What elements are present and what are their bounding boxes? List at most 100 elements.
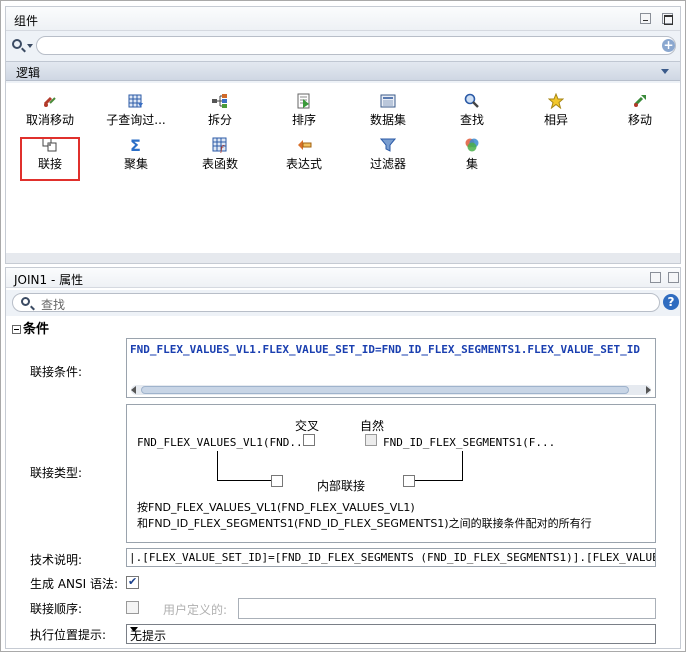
properties-title: JOIN1 - 属性 <box>14 273 84 287</box>
chevron-down-icon[interactable] <box>661 69 669 74</box>
help-icon[interactable]: ? <box>663 294 679 310</box>
chevron-down-icon[interactable] <box>130 627 138 632</box>
join-condition-text: FND_FLEX_VALUES_VL1.FLEX_VALUE_SET_ID=FN… <box>130 343 640 356</box>
aggregate-icon: Σ <box>128 136 144 155</box>
filter-icon <box>379 137 397 153</box>
palette-item-label: 移动 <box>627 113 652 127</box>
dataset-icon <box>380 93 396 109</box>
natural-join-label: 自然 <box>360 419 385 433</box>
palette-item-label: 排序 <box>291 113 316 127</box>
palette-item-label: 聚集 <box>123 157 148 171</box>
ansi-syntax-label: 生成 ANSI 语法: <box>30 577 119 591</box>
palette-item-move[interactable]: 移动 <box>598 87 682 127</box>
lookup-icon <box>464 93 480 109</box>
distinct-icon <box>547 92 565 110</box>
search-options-icon[interactable] <box>10 38 36 54</box>
join-type-label: 联接类型: <box>30 466 83 480</box>
tech-desc-label: 技术说明: <box>30 553 83 567</box>
components-search-input[interactable] <box>36 36 676 55</box>
minimize-icon[interactable] <box>650 272 661 283</box>
scroll-right-icon[interactable] <box>646 386 651 394</box>
palette-item-label: 相异 <box>543 113 568 127</box>
connector-line <box>462 451 463 481</box>
exec-hint-select[interactable]: 无提示 <box>126 624 656 644</box>
join-order-checkbox[interactable] <box>126 601 139 614</box>
connector-line <box>217 480 271 481</box>
properties-search-input[interactable]: 查找 <box>12 293 660 312</box>
split-icon <box>212 93 228 109</box>
palette-item-subquery-filter[interactable]: 子查询过... <box>94 87 178 127</box>
palette-item-aggregate[interactable]: Σ 聚集 <box>94 131 178 171</box>
left-outer-checkbox[interactable] <box>271 475 283 487</box>
properties-panel: JOIN1 - 属性 查找 ? 条件 联接条件: FND_FLEX_VALUES… <box>5 267 681 649</box>
palette-item-label: 过滤器 <box>369 157 406 171</box>
components-titlebar: 组件 <box>6 7 680 31</box>
palette-item-expression[interactable]: 表达式 <box>262 131 346 171</box>
join-description-line1: 按FND_FLEX_VALUES_VL1(FND_FLEX_VALUES_VL1… <box>137 501 415 514</box>
connector-line <box>415 480 463 481</box>
undo-move-icon <box>42 93 58 109</box>
svg-text:Σ: Σ <box>130 137 141 153</box>
move-icon <box>632 93 648 109</box>
palette-item-label: 数据集 <box>369 113 406 127</box>
horizontal-scrollbar[interactable] <box>131 385 651 395</box>
set-icon <box>464 137 480 153</box>
palette-item-label: 集 <box>465 157 478 171</box>
palette-item-filter[interactable]: 过滤器 <box>346 131 430 171</box>
components-panel: 组件 + 逻辑 取消移动 子查询过... 拆分 排序 数据集 查找 相异 移动 … <box>5 6 681 264</box>
join-description-line2: 和FND_ID_FLEX_SEGMENTS1(FND_ID_FLEX_SEGME… <box>137 517 592 530</box>
selection-highlight <box>20 137 80 181</box>
properties-titlebar: JOIN1 - 属性 <box>6 268 680 288</box>
palette-item-lookup[interactable]: 查找 <box>430 87 514 127</box>
join-order-label: 联接顺序: <box>30 602 83 616</box>
palette-item-label: 拆分 <box>207 113 232 127</box>
palette-item-label: 取消移动 <box>25 113 74 127</box>
palette-item-undo-move[interactable]: 取消移动 <box>8 87 92 127</box>
component-palette: 取消移动 子查询过... 拆分 排序 数据集 查找 相异 移动 联接 Σ 聚集 … <box>6 83 680 253</box>
exec-hint-label: 执行位置提示: <box>30 628 107 642</box>
scrollbar-thumb[interactable] <box>141 386 629 394</box>
expression-icon <box>296 137 312 153</box>
subquery-filter-icon <box>128 93 144 109</box>
palette-item-dataset[interactable]: 数据集 <box>346 87 430 127</box>
palette-item-set[interactable]: 集 <box>430 131 514 171</box>
minimize-icon[interactable] <box>640 13 651 24</box>
natural-join-checkbox[interactable] <box>365 434 377 446</box>
palette-item-split[interactable]: 拆分 <box>178 87 262 127</box>
components-search-row: + <box>6 33 680 59</box>
right-outer-checkbox[interactable] <box>403 475 415 487</box>
join-condition-field[interactable]: FND_FLEX_VALUES_VL1.FLEX_VALUE_SET_ID=FN… <box>126 338 656 398</box>
category-dropdown[interactable]: 逻辑 <box>6 61 680 81</box>
user-defined-label: 用户定义的: <box>163 603 228 617</box>
palette-scroll-area <box>6 253 680 263</box>
add-icon[interactable]: + <box>662 39 675 52</box>
category-label: 逻辑 <box>16 66 41 80</box>
join-type-diagram: 交叉 自然 FND_FLEX_VALUES_VL1(FND... FND_ID_… <box>126 404 656 543</box>
user-defined-input[interactable] <box>238 598 656 619</box>
right-table-name: FND_ID_FLEX_SEGMENTS1(F... <box>383 436 556 449</box>
table-function-icon: f <box>212 137 228 155</box>
left-table-name: FND_FLEX_VALUES_VL1(FND... <box>137 436 310 449</box>
properties-search-row: 查找 ? <box>6 290 680 316</box>
window: 组件 + 逻辑 取消移动 子查询过... 拆分 排序 数据集 查找 相异 移动 … <box>0 0 686 652</box>
connector-line <box>217 451 218 481</box>
search-icon <box>21 297 30 306</box>
tech-desc-field[interactable]: |.[FLEX_VALUE_SET_ID]=[FND_ID_FLEX_SEGME… <box>126 548 656 567</box>
components-title: 组件 <box>14 14 39 28</box>
section-conditions[interactable]: 条件 <box>12 318 50 337</box>
tech-desc-value: |.[FLEX_VALUE_SET_ID]=[FND_ID_FLEX_SEGME… <box>129 551 656 564</box>
ansi-syntax-checkbox[interactable] <box>126 575 139 589</box>
palette-item-distinct[interactable]: 相异 <box>514 87 598 127</box>
scroll-left-icon[interactable] <box>131 386 136 394</box>
sort-icon <box>296 93 312 109</box>
search-placeholder: 查找 <box>41 298 66 312</box>
maximize-icon[interactable] <box>662 13 673 25</box>
maximize-icon[interactable] <box>668 272 679 283</box>
palette-item-table-function[interactable]: f 表函数 <box>178 131 262 171</box>
palette-item-label: 子查询过... <box>106 113 166 127</box>
section-title: 条件 <box>23 322 50 337</box>
cross-join-checkbox[interactable] <box>303 434 315 446</box>
collapse-icon[interactable] <box>12 325 21 334</box>
palette-item-label: 表达式 <box>285 157 322 171</box>
palette-item-sort[interactable]: 排序 <box>262 87 346 127</box>
